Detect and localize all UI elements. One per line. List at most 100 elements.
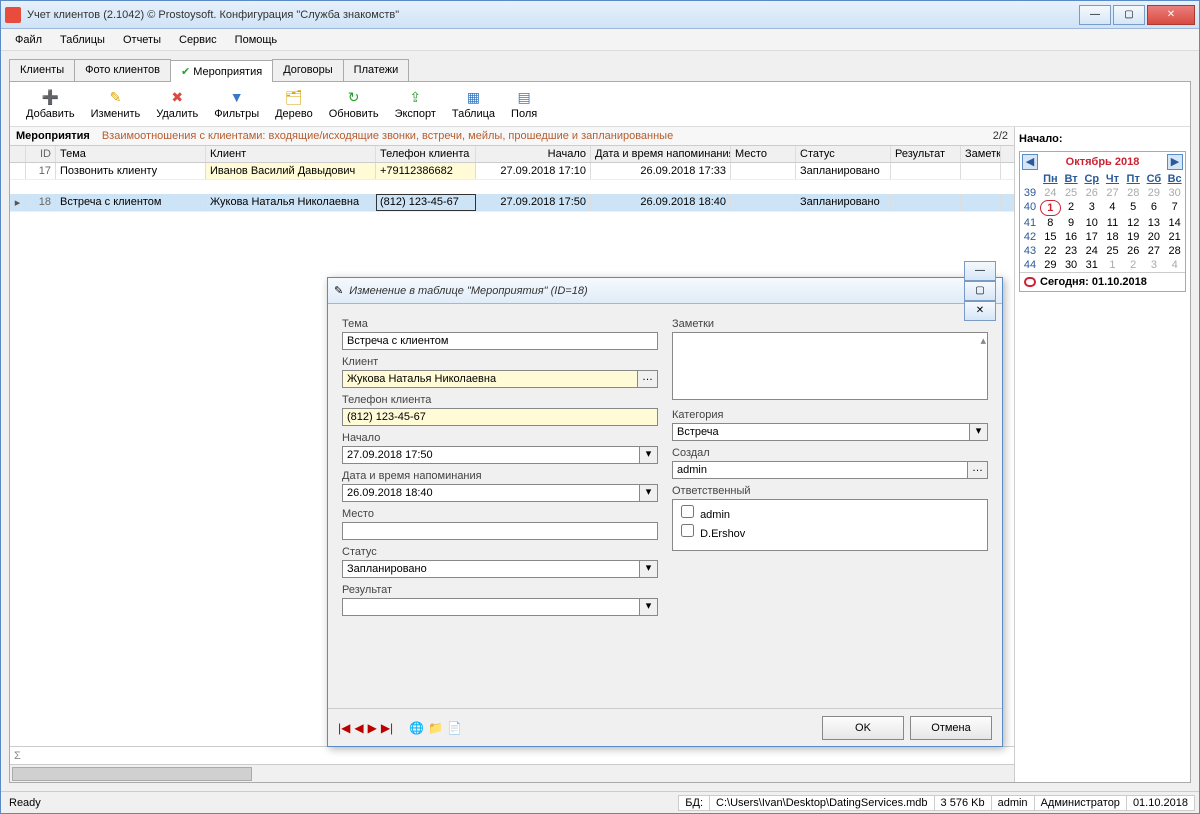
input-creator[interactable] [672,461,968,479]
dropdown-result-button[interactable]: ▾ [640,598,658,616]
col-id[interactable]: ID [26,146,56,162]
col-remind[interactable]: Дата и время напоминания [591,146,731,162]
col-result[interactable]: Результат [891,146,961,162]
toolbar-удалить[interactable]: ✖Удалить [148,86,206,122]
nav-first-icon[interactable]: |◀ [338,721,350,735]
toolbar-экспорт[interactable]: ⇪Экспорт [387,86,444,122]
calendar-day[interactable]: 2 [1123,258,1144,272]
toolbar-поля[interactable]: ▤Поля [503,86,545,122]
calendar-day[interactable]: 31 [1081,258,1102,272]
dropdown-status-button[interactable]: ▾ [640,560,658,578]
scrollbar-thumb[interactable] [12,767,252,781]
calendar-day[interactable]: 29 [1040,258,1061,272]
calendar-prev-button[interactable]: ◀ [1022,154,1038,170]
ok-button[interactable]: OK [822,716,904,740]
input-notes[interactable] [672,332,988,400]
input-tema[interactable] [342,332,658,350]
col-tema[interactable]: Тема [56,146,206,162]
calendar-month[interactable]: Октябрь 2018 [1066,156,1140,168]
calendar-day[interactable]: 28 [1123,186,1144,200]
calendar-day[interactable]: 21 [1164,230,1185,244]
responsible-option[interactable]: D.Ershov [677,521,983,540]
nav-next-icon[interactable]: ▶ [368,721,377,735]
dropdown-start-button[interactable]: ▾ [640,446,658,464]
col-place[interactable]: Место [731,146,796,162]
lookup-client-button[interactable]: … [638,370,658,388]
minimize-button[interactable]: — [1079,5,1111,25]
nav-last-icon[interactable]: ▶| [381,721,393,735]
input-start[interactable] [342,446,640,464]
calendar-grid[interactable]: ПнВтСрЧтПтСбВс39242526272829304012345674… [1020,172,1185,272]
calendar-day[interactable]: 17 [1081,230,1102,244]
input-place[interactable] [342,522,658,540]
calendar-day[interactable]: 4 [1102,200,1123,216]
tab-events[interactable]: ✔Мероприятия [170,60,273,82]
calendar-day[interactable]: 10 [1081,216,1102,230]
input-status[interactable] [342,560,640,578]
col-client[interactable]: Клиент [206,146,376,162]
globe-icon[interactable]: 🌐 [409,721,424,735]
tab-payments[interactable]: Платежи [343,59,410,81]
tab-clients[interactable]: Клиенты [9,59,75,81]
input-result[interactable] [342,598,640,616]
calendar-day[interactable]: 19 [1123,230,1144,244]
calendar-day[interactable]: 27 [1144,244,1165,258]
toolbar-дерево[interactable]: 🗂Дерево [267,86,321,122]
table-row[interactable]: 17 Позвонить клиенту Иванов Василий Давы… [10,163,1014,180]
calendar-day[interactable]: 5 [1123,200,1144,216]
calendar-day[interactable]: 29 [1144,186,1165,200]
horizontal-scrollbar[interactable] [10,764,1014,782]
toolbar-добавить[interactable]: ➕Добавить [18,86,83,122]
calendar-day[interactable]: 11 [1102,216,1123,230]
calendar-day[interactable]: 25 [1061,186,1082,200]
dropdown-remind-button[interactable]: ▾ [640,484,658,502]
dialog-titlebar[interactable]: ✎ Изменение в таблице "Мероприятия" (ID=… [328,278,1002,304]
responsible-option[interactable]: admin [677,502,983,521]
calendar-day[interactable]: 12 [1123,216,1144,230]
calendar-day[interactable]: 4 [1164,258,1185,272]
calendar-next-button[interactable]: ▶ [1167,154,1183,170]
input-phone[interactable] [342,408,658,426]
col-notes[interactable]: Заметки [961,146,1001,162]
responsible-list[interactable]: admin D.Ershov [672,499,988,551]
notes-scroll-up-icon[interactable]: ▴ [980,334,986,347]
calendar-day[interactable]: 14 [1164,216,1185,230]
calendar-day[interactable]: 24 [1081,244,1102,258]
input-category[interactable] [672,423,970,441]
doc-icon[interactable]: 📄 [447,721,462,735]
calendar-day[interactable]: 13 [1144,216,1165,230]
calendar-day[interactable]: 1 [1102,258,1123,272]
calendar-day[interactable]: 22 [1040,244,1061,258]
calendar-day[interactable]: 7 [1164,200,1185,216]
calendar-day[interactable]: 6 [1144,200,1165,216]
calendar-day[interactable]: 8 [1040,216,1061,230]
calendar-day[interactable]: 23 [1061,244,1082,258]
toolbar-фильтры[interactable]: ▼Фильтры [206,86,267,122]
calendar-day[interactable]: 9 [1061,216,1082,230]
menu-help[interactable]: Помощь [227,32,286,48]
calendar-day[interactable]: 2 [1061,200,1082,216]
cancel-button[interactable]: Отмена [910,716,992,740]
calendar-day[interactable]: 26 [1081,186,1102,200]
menu-file[interactable]: Файл [7,32,50,48]
toolbar-изменить[interactable]: ✎Изменить [83,86,149,122]
calendar-day[interactable]: 28 [1164,244,1185,258]
calendar-day[interactable]: 18 [1102,230,1123,244]
col-phone[interactable]: Телефон клиента [376,146,476,162]
maximize-button[interactable]: ▢ [1113,5,1145,25]
menu-reports[interactable]: Отчеты [115,32,169,48]
table-row[interactable]: ▸ 18 Встреча с клиентом Жукова Наталья Н… [10,194,1014,212]
nav-prev-icon[interactable]: ◀ [354,721,363,735]
dropdown-category-button[interactable]: ▾ [970,423,988,441]
input-remind[interactable] [342,484,640,502]
calendar-day[interactable]: 26 [1123,244,1144,258]
calendar-day[interactable]: 27 [1102,186,1123,200]
calendar-day[interactable]: 20 [1144,230,1165,244]
close-button[interactable]: ✕ [1147,5,1195,25]
dialog-minimize-button[interactable]: — [964,261,996,281]
toolbar-обновить[interactable]: ↻Обновить [321,86,387,122]
col-status[interactable]: Статус [796,146,891,162]
calendar-today-link[interactable]: Сегодня: 01.10.2018 [1020,272,1185,291]
toolbar-таблица[interactable]: ▦Таблица [444,86,503,122]
lookup-creator-button[interactable]: … [968,461,988,479]
